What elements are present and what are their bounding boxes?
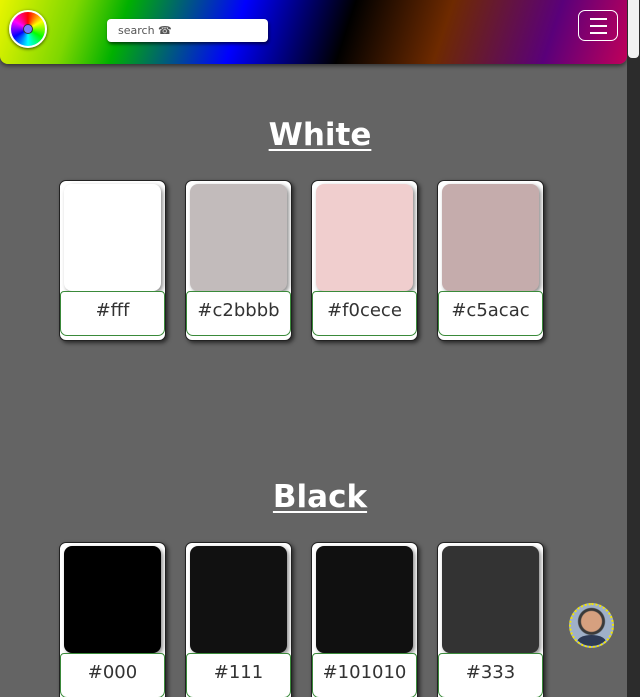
color-grid-white: #fff #c2bbbb #f0cece #c5acac xyxy=(59,180,549,350)
color-label-box: #000 xyxy=(60,653,165,697)
color-label-box: #f0cece xyxy=(312,291,417,336)
top-nav-bar xyxy=(0,0,627,64)
color-hex-label: #c5acac xyxy=(451,300,530,321)
logo-hub xyxy=(23,24,33,34)
color-swatch[interactable] xyxy=(64,184,161,291)
scrollbar-thumb[interactable] xyxy=(628,0,639,58)
color-hex-label: #111 xyxy=(213,662,264,683)
color-hex-label: #000 xyxy=(87,662,138,683)
color-card[interactable]: #333 xyxy=(437,542,544,697)
color-swatch[interactable] xyxy=(442,546,539,653)
color-label-box: #c5acac xyxy=(438,291,543,336)
section-title-white: White xyxy=(268,117,372,153)
color-swatch[interactable] xyxy=(442,184,539,291)
user-avatar-icon[interactable] xyxy=(569,603,614,648)
color-label-box: #fff xyxy=(60,291,165,336)
color-card[interactable]: #c2bbbb xyxy=(185,180,292,341)
color-swatch[interactable] xyxy=(190,546,287,653)
color-card[interactable]: #101010 xyxy=(311,542,418,697)
color-hex-label: #c2bbbb xyxy=(197,300,280,321)
hamburger-line xyxy=(590,32,607,34)
avatar-shirt xyxy=(577,635,606,646)
color-hex-label: #f0cece xyxy=(327,300,402,321)
color-card[interactable]: #111 xyxy=(185,542,292,697)
color-swatch[interactable] xyxy=(316,546,413,653)
hamburger-line xyxy=(590,25,607,27)
color-wheel-icon[interactable] xyxy=(9,10,47,48)
color-card[interactable]: #c5acac xyxy=(437,180,544,341)
color-swatch[interactable] xyxy=(316,184,413,291)
hamburger-menu-button[interactable] xyxy=(578,10,618,41)
color-label-box: #111 xyxy=(186,653,291,697)
color-grid-black: #000 #111 #101010 #333 xyxy=(59,542,549,697)
color-swatch[interactable] xyxy=(190,184,287,291)
hamburger-line xyxy=(590,18,607,20)
color-label-box: #c2bbbb xyxy=(186,291,291,336)
color-card[interactable]: #fff xyxy=(59,180,166,341)
color-hex-label: #333 xyxy=(465,662,516,683)
search-input[interactable] xyxy=(107,19,268,42)
color-card[interactable]: #000 xyxy=(59,542,166,697)
color-label-box: #101010 xyxy=(312,653,417,697)
color-card[interactable]: #f0cece xyxy=(311,180,418,341)
color-swatch[interactable] xyxy=(64,546,161,653)
scrollbar-track[interactable] xyxy=(627,0,640,697)
color-hex-label: #101010 xyxy=(322,662,407,683)
section-title-black: Black xyxy=(272,479,368,515)
color-label-box: #333 xyxy=(438,653,543,697)
color-hex-label: #fff xyxy=(95,300,130,321)
